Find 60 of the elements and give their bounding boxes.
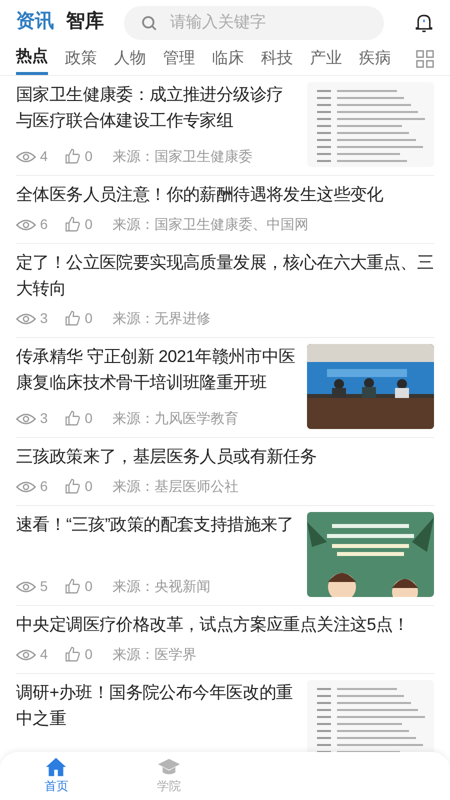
search-input[interactable]: 请输入关键字	[170, 10, 340, 34]
article-source: 来源：国家卫生健康委、中国网	[112, 215, 309, 234]
search-icon	[140, 14, 158, 32]
nav-tab[interactable]: 首页	[0, 752, 112, 800]
eye-icon	[16, 648, 36, 662]
like-count: 0	[84, 409, 93, 428]
article-source: 来源：基层医师公社	[112, 477, 239, 496]
article-title[interactable]: 中央定调医疗价格改革，试点方案应重点关注这5点！	[16, 612, 434, 638]
like-count: 0	[84, 577, 93, 596]
article-source: 来源：国家卫生健康委	[112, 147, 253, 166]
eye-icon	[16, 312, 36, 326]
thumbs-up-icon	[64, 646, 81, 663]
eye-icon	[16, 150, 36, 164]
article-title[interactable]: 传承精华 守正创新 2021年赣州市中医康复临床技术骨干培训班隆重开班	[16, 344, 299, 396]
eye-icon	[16, 218, 36, 232]
article-source: 来源：医学界	[112, 645, 197, 664]
category-tab[interactable]: 管理	[163, 42, 195, 75]
eye-icon	[16, 412, 36, 426]
thumbs-up-icon	[64, 148, 81, 165]
home-icon	[45, 757, 68, 777]
article-title[interactable]: 三孩政策来了，基层医务人员或有新任务	[16, 444, 434, 470]
category-tab[interactable]: 政策	[65, 42, 97, 75]
article-title[interactable]: 调研+办班！国务院公布今年医改的重中之重	[16, 680, 299, 732]
grid-icon[interactable]	[416, 50, 434, 68]
article-title[interactable]: 全体医务人员注意！你的薪酬待遇将发生这些变化	[16, 182, 434, 208]
article-source: 来源：无界进修	[112, 309, 211, 328]
view-count: 3	[40, 309, 48, 328]
search-field[interactable]: 请输入关键字	[124, 6, 384, 40]
category-tab[interactable]: 人物	[114, 42, 146, 75]
article-title[interactable]: 国家卫生健康委：成立推进分级诊疗与医疗联合体建设工作专家组	[16, 82, 299, 134]
graduation-cap-icon	[156, 757, 181, 777]
category-tab[interactable]: 产业	[310, 42, 342, 75]
like-count: 0	[84, 215, 93, 234]
thumbs-up-icon	[64, 478, 81, 495]
thumbs-up-icon	[64, 216, 81, 233]
category-tab[interactable]: 热点	[16, 42, 48, 75]
article-source: 来源：九风医学教育	[112, 409, 239, 428]
article-title[interactable]: 速看！“三孩”政策的配套支持措施来了	[16, 512, 299, 538]
thumbs-up-icon	[64, 410, 81, 427]
category-tab[interactable]: 临床	[212, 42, 244, 75]
category-tab[interactable]: 科技	[261, 42, 293, 75]
article-title[interactable]: 定了！公立医院要实现高质量发展，核心在六大重点、三大转向	[16, 250, 434, 302]
view-count: 5	[40, 577, 48, 596]
article-source: 来源：央视新闻	[112, 577, 211, 596]
like-count: 0	[84, 645, 93, 664]
eye-icon	[16, 480, 36, 494]
category-tab[interactable]: 疾病	[359, 42, 391, 75]
view-count: 6	[40, 477, 48, 496]
like-count: 0	[84, 147, 93, 166]
view-count: 4	[40, 147, 48, 166]
view-count: 4	[40, 645, 48, 664]
header-tab[interactable]: 资讯	[16, 8, 54, 37]
eye-icon	[16, 580, 36, 594]
view-count: 6	[40, 215, 48, 234]
like-count: 0	[84, 309, 93, 328]
thumbs-up-icon	[64, 310, 81, 327]
thumbs-up-icon	[64, 578, 81, 595]
like-count: 0	[84, 477, 93, 496]
view-count: 3	[40, 409, 48, 428]
header-tab[interactable]: 智库	[66, 8, 104, 37]
